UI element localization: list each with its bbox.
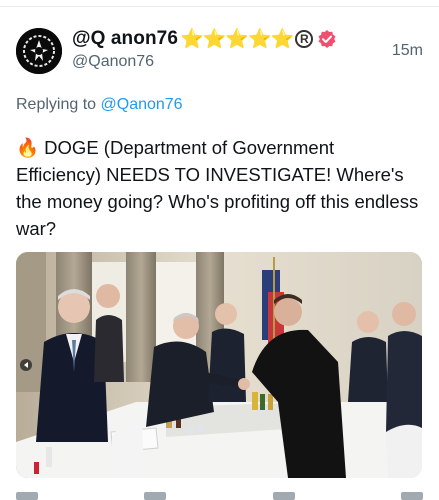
display-name[interactable]: @Q anon76 xyxy=(72,28,178,50)
name-row: @Q anon76 ⭐⭐⭐⭐⭐ R xyxy=(72,28,337,50)
fire-emoji-icon: 🔥 xyxy=(16,137,40,158)
user-handle[interactable]: @Qanon76 xyxy=(72,53,154,71)
star-icons: ⭐⭐⭐⭐⭐ xyxy=(180,29,294,50)
action-bar xyxy=(16,492,423,500)
avatar-image xyxy=(16,28,62,74)
share-icon[interactable] xyxy=(400,492,423,500)
tweet-header: @Q anon76 ⭐⭐⭐⭐⭐ R @Qanon76 15m xyxy=(16,26,423,76)
tweet-text: DOGE (Department of Government Efficienc… xyxy=(16,137,419,239)
replying-prefix: Replying to xyxy=(16,96,101,113)
reply-icon[interactable] xyxy=(16,492,38,500)
avatar[interactable] xyxy=(16,28,62,74)
tweet-media-photo[interactable] xyxy=(16,252,422,478)
registered-icon: R xyxy=(295,30,314,48)
tweet-body: 🔥 DOGE (Department of Government Efficie… xyxy=(16,134,421,242)
replying-mention-link[interactable]: @Qanon76 xyxy=(101,96,183,113)
retweet-icon[interactable] xyxy=(144,492,167,500)
like-icon[interactable] xyxy=(272,492,295,500)
timestamp[interactable]: 15m xyxy=(392,42,423,60)
verified-badge-icon xyxy=(318,30,336,48)
replying-to: Replying to @Qanon76 xyxy=(16,96,183,114)
meeting-photo xyxy=(16,252,422,478)
top-divider xyxy=(0,6,439,7)
